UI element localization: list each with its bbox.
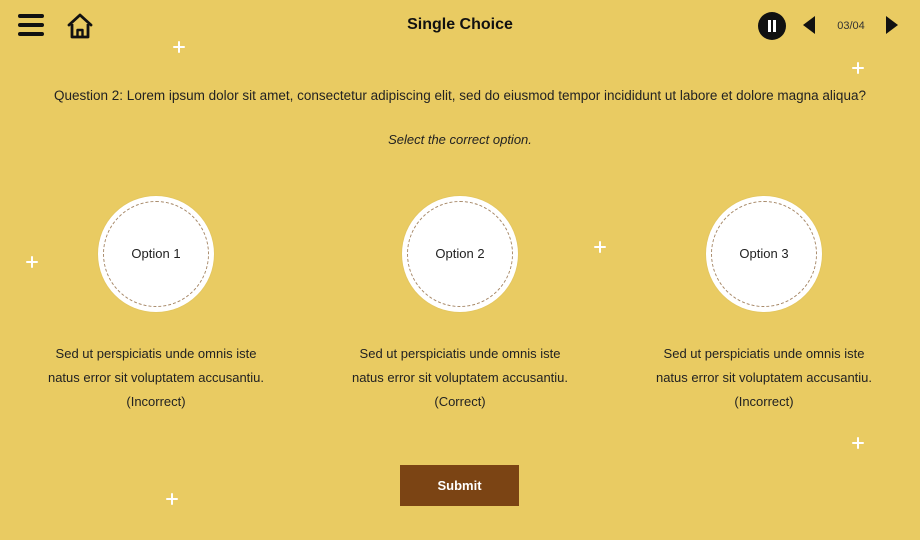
sparkle-icon xyxy=(852,437,864,449)
page-counter: 03/04 xyxy=(837,20,865,32)
option-1-label: Option 1 xyxy=(131,246,181,261)
feedback-result: (Incorrect) xyxy=(126,394,186,409)
feedback-line: natus error sit voluptatem accusantiu. xyxy=(655,370,873,385)
feedback-result: (Correct) xyxy=(434,394,486,409)
option-2-button[interactable]: Option 2 xyxy=(402,196,518,312)
submit-button[interactable]: Submit xyxy=(400,465,519,506)
question-text: Question 2: Lorem ipsum dolor sit amet, … xyxy=(54,88,866,103)
option-1-button[interactable]: Option 1 xyxy=(98,196,214,312)
option-column-3: Option 3 Sed ut perspiciatis unde omnis … xyxy=(634,196,894,414)
option-3-label: Option 3 xyxy=(739,246,789,261)
top-bar: Single Choice 03/04 xyxy=(0,0,920,52)
feedback-result: (Incorrect) xyxy=(734,394,794,409)
option-3-feedback: Sed ut perspiciatis unde omnis iste natu… xyxy=(634,342,894,414)
option-column-2: Option 2 Sed ut perspiciatis unde omnis … xyxy=(330,196,590,414)
feedback-line: Sed ut perspiciatis unde omnis iste xyxy=(55,346,257,361)
sparkle-icon xyxy=(166,493,178,505)
option-1-feedback: Sed ut perspiciatis unde omnis iste natu… xyxy=(26,342,286,414)
sparkle-icon xyxy=(173,41,185,53)
sparkle-icon xyxy=(26,256,38,268)
prev-icon[interactable] xyxy=(803,16,815,34)
option-2-label: Option 2 xyxy=(435,246,485,261)
next-icon[interactable] xyxy=(886,16,898,34)
sparkle-icon xyxy=(852,62,864,74)
instruction-text: Select the correct option. xyxy=(388,132,532,147)
feedback-line: natus error sit voluptatem accusantiu. xyxy=(351,370,569,385)
pause-icon[interactable] xyxy=(758,12,786,40)
option-column-1: Option 1 Sed ut perspiciatis unde omnis … xyxy=(26,196,286,414)
feedback-line: natus error sit voluptatem accusantiu. xyxy=(47,370,265,385)
option-2-feedback: Sed ut perspiciatis unde omnis iste natu… xyxy=(330,342,590,414)
sparkle-icon xyxy=(594,241,606,253)
feedback-line: Sed ut perspiciatis unde omnis iste xyxy=(663,346,865,361)
feedback-line: Sed ut perspiciatis unde omnis iste xyxy=(359,346,561,361)
option-3-button[interactable]: Option 3 xyxy=(706,196,822,312)
